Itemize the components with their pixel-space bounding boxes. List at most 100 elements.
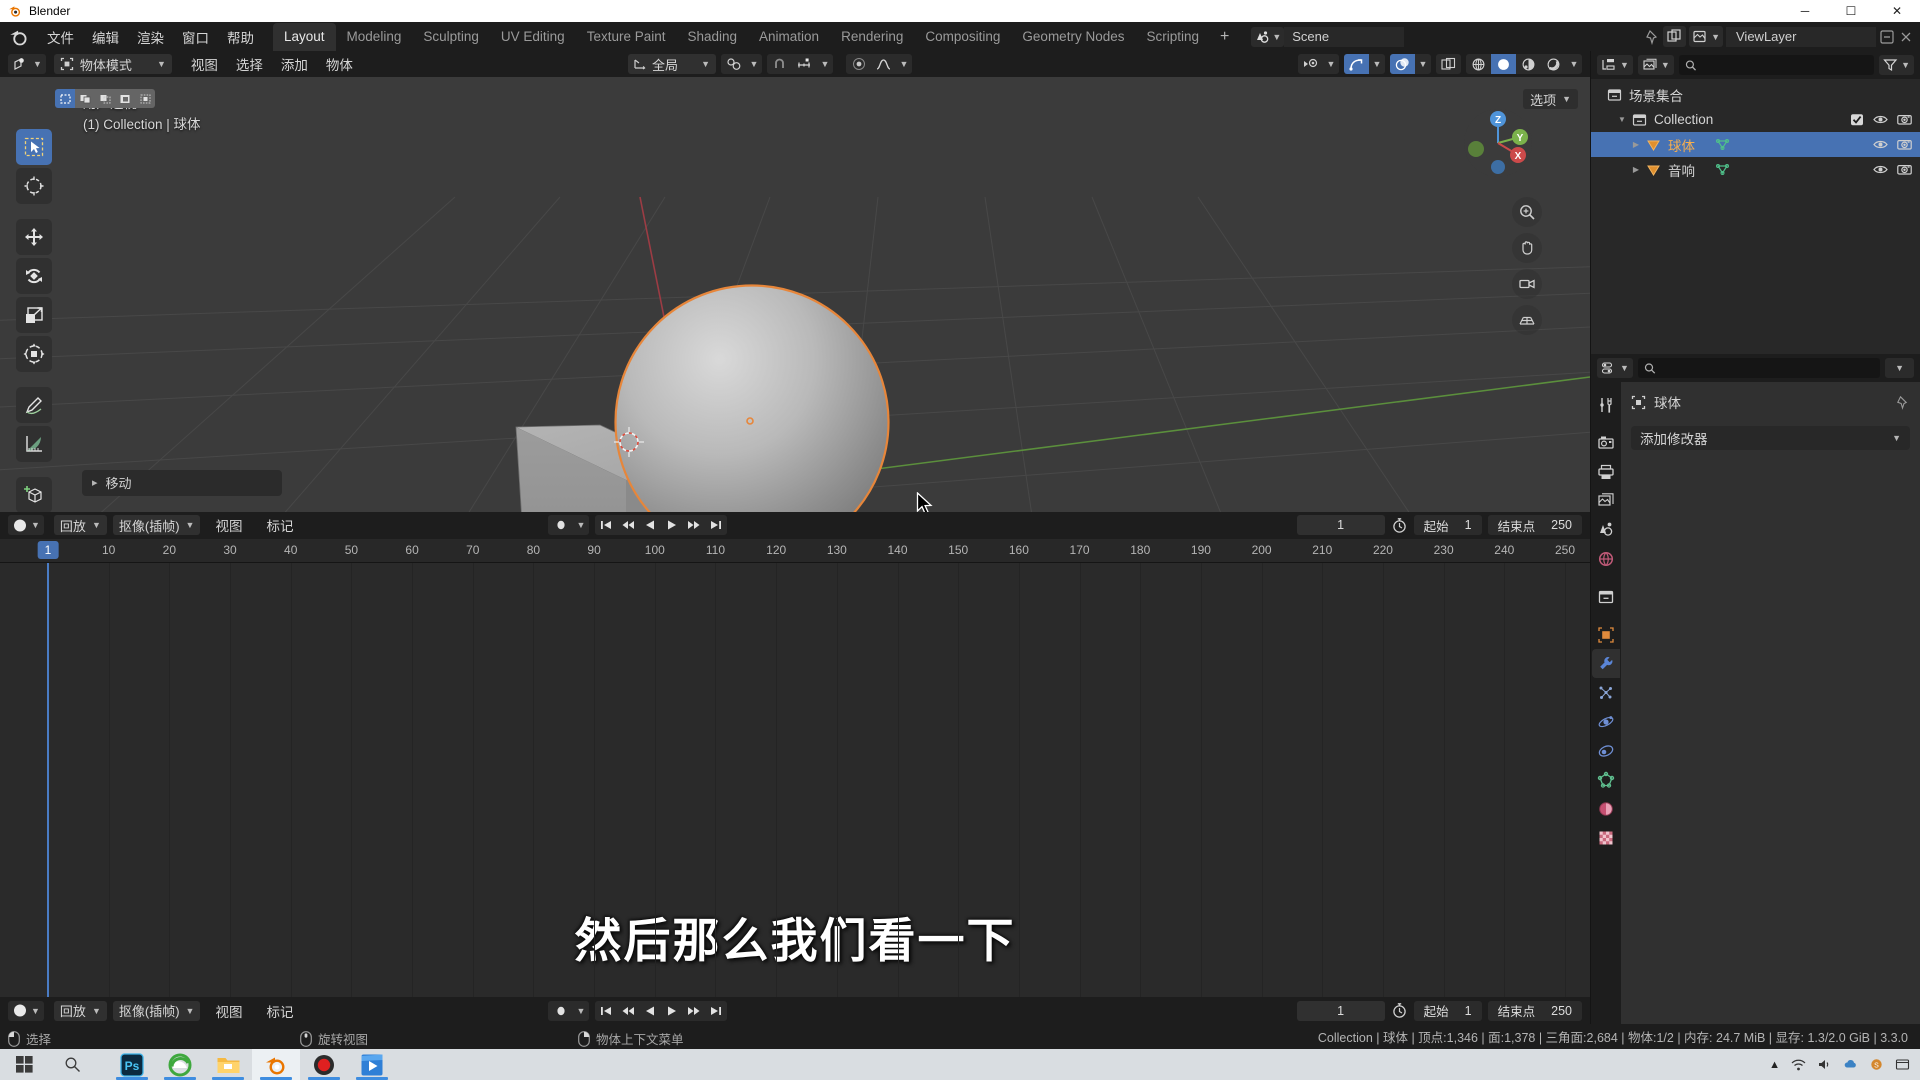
outliner-row-2[interactable]: ▶ 音响 [1591,157,1920,182]
taskbar-photoshop-app[interactable]: Ps [108,1049,156,1080]
notification-icon[interactable] [1895,1058,1910,1071]
topbar-menu-1[interactable]: 编辑 [83,23,128,51]
gizmo-group[interactable]: ▼ [1344,54,1385,74]
timeline-menu-0-2[interactable]: 视图 [206,513,251,537]
start-frame-value-bottom[interactable]: 1 [1465,1004,1472,1018]
snap-pivot-group[interactable]: ▼ [721,54,762,74]
properties-tab-texture[interactable] [1592,823,1620,852]
stopwatch-icon-bottom[interactable] [1391,1002,1408,1019]
visibility-chevron-icon[interactable]: ▼ [1323,54,1339,74]
properties-tab-material[interactable] [1592,794,1620,823]
playhead-line[interactable] [47,562,49,997]
snap-magnet-icon[interactable] [767,54,792,74]
outliner-tree[interactable]: 场景集合 ▼ Collection ▶ 球体 ▶ 音响 [1591,79,1920,354]
jump-start-button[interactable] [595,515,617,535]
pin-icon[interactable] [1644,29,1660,45]
close-button[interactable]: ✕ [1874,0,1920,22]
snap-increment-icon[interactable] [792,54,817,74]
workspace-tab-layout[interactable]: Layout [273,23,336,51]
toggle-ortho-button[interactable] [1512,305,1542,335]
workspace-tab-rendering[interactable]: Rendering [830,23,914,51]
workspace-tab-shading[interactable]: Shading [676,23,748,51]
topbar-menu-4[interactable]: 帮助 [218,23,263,51]
auto-keying-chevron-icon[interactable]: ▼ [573,515,589,535]
overlays-chevron-icon[interactable]: ▼ [1415,54,1431,74]
properties-tab-tool[interactable] [1592,390,1620,419]
camera-view-button[interactable] [1512,269,1542,299]
network-icon[interactable] [1791,1058,1806,1071]
transform-tool-button[interactable] [16,336,52,372]
snap-chevron-icon[interactable]: ▼ [817,54,833,74]
jump-end-button-bottom[interactable] [705,1001,727,1021]
mesh-data-icon[interactable] [1715,163,1730,176]
select-intersect-icon[interactable] [135,89,155,108]
properties-tab-scene[interactable] [1592,515,1620,544]
xray-toggle-icon[interactable] [1436,54,1461,74]
chevron-right-icon[interactable]: ▶ [1629,140,1643,149]
move-tool-button[interactable] [16,219,52,255]
jump-start-button-bottom[interactable] [595,1001,617,1021]
properties-tab-physics[interactable] [1592,707,1620,736]
pin-id-icon[interactable] [1895,395,1910,410]
viewport-options-button[interactable]: 选项 ▼ [1523,89,1578,109]
close-viewlayer-icon[interactable] [1898,29,1914,45]
scene-name-field[interactable]: Scene [1284,26,1405,47]
timeline-channel-area[interactable]: 然后那么我们看一下 [0,562,1590,997]
timeline-menu-1-3[interactable]: 标记 [257,999,302,1023]
cursor-tool-button[interactable] [16,168,52,204]
topbar-menu-2[interactable]: 渲染 [128,23,173,51]
properties-search-input[interactable] [1660,361,1875,375]
outliner-row-0[interactable]: ▼ Collection [1591,107,1920,132]
remove-viewlayer-icon[interactable] [1879,29,1895,45]
shading-chevron-icon[interactable]: ▼ [1566,54,1582,74]
topbar-menu-0[interactable]: 文件 [38,23,83,51]
timeline-dropdown-1-1[interactable]: 抠像(插帧) ▼ [112,1000,201,1021]
measure-tool-button[interactable] [16,426,52,462]
outliner-search-input[interactable] [1701,58,1869,72]
interaction-mode-selector[interactable]: 物体模式 ▼ [53,54,172,74]
tray-app-icon[interactable]: S [1869,1058,1884,1071]
viewlayer-name-field[interactable]: ViewLayer [1726,26,1876,47]
properties-tab-output[interactable] [1592,457,1620,486]
new-viewlayer-button[interactable] [1663,26,1687,47]
viewport-menu-0[interactable]: 视图 [182,52,227,76]
annotate-tool-button[interactable] [16,387,52,423]
transform-orientation-selector[interactable]: 全局 ▼ [628,54,716,74]
proportional-edit-icon[interactable] [846,54,871,74]
properties-tab-particles[interactable] [1592,678,1620,707]
3d-viewport[interactable]: 用户透视 (1) Collection | 球体 [0,77,1590,512]
timeline-menu-1-2[interactable]: 视图 [206,999,251,1023]
end-frame-field-bottom[interactable]: 结束点 250 [1487,1000,1582,1021]
overlays-group[interactable]: ▼ [1390,54,1431,74]
properties-tab-constraints[interactable] [1592,736,1620,765]
scale-tool-button[interactable] [16,297,52,333]
timeline-menu-0-3[interactable]: 标记 [257,513,302,537]
playback-controls-bottom[interactable] [595,1000,727,1021]
chevron-right-icon[interactable]: ▶ [1629,165,1643,174]
blender-menu-icon[interactable] [8,26,30,48]
outliner-editor-type-selector[interactable]: ▼ [1597,55,1633,75]
object-visibility-icon[interactable] [1298,54,1323,74]
operator-redo-panel[interactable]: ▸ 移动 [82,469,282,496]
maximize-button[interactable]: ☐ [1828,0,1874,22]
viewport-canvas[interactable] [0,77,1590,512]
pivot-chevron-icon[interactable]: ▼ [746,54,762,74]
auto-keying-chevron-bottom-icon[interactable]: ▼ [573,1000,589,1021]
mesh-data-icon[interactable] [1715,138,1730,151]
frame-range-fields[interactable]: 起始 1 [1413,515,1482,535]
auto-keying-group-bottom[interactable]: ▼ [548,1000,589,1021]
shading-solid-icon[interactable] [1491,54,1516,74]
auto-keying-icon[interactable] [548,515,573,535]
camera-render-icon[interactable] [1897,163,1912,176]
pan-view-button[interactable] [1512,233,1542,263]
taskbar-media-player-app[interactable] [348,1049,396,1080]
add-modifier-button[interactable]: 添加修改器 ▼ [1631,426,1910,450]
properties-tab-object[interactable] [1592,620,1620,649]
workspace-tab-scripting[interactable]: Scripting [1135,23,1210,51]
auto-keying-icon-bottom[interactable] [548,1000,573,1021]
camera-render-icon[interactable] [1897,113,1912,126]
outliner-filter-button[interactable]: ▼ [1879,55,1914,75]
end-frame-field[interactable]: 结束点 250 [1487,515,1582,535]
pivot-point-icon[interactable] [721,54,746,74]
scene-browse-icon[interactable]: ▼ [1251,26,1285,47]
